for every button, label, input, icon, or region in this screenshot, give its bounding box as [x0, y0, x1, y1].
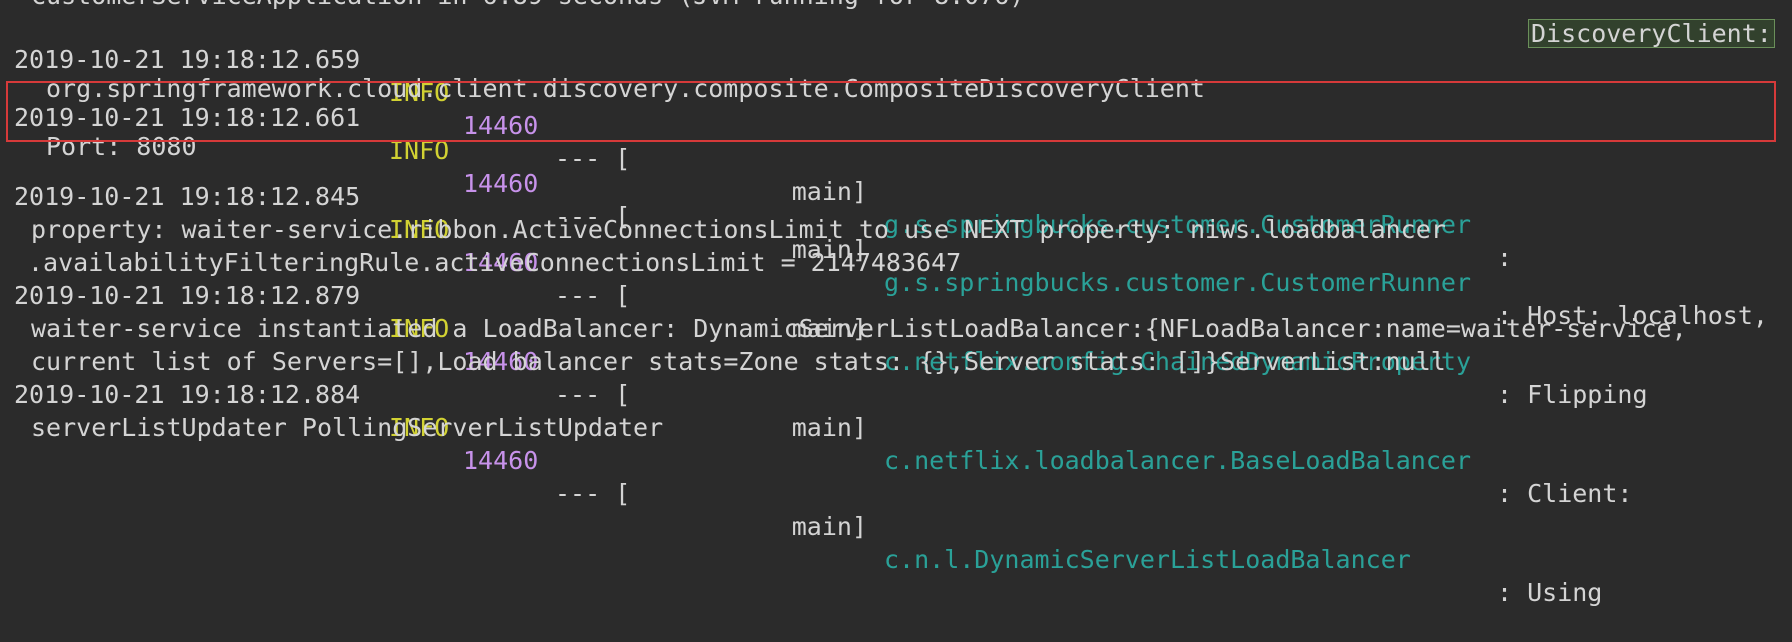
log-continuation: property: waiter-service.ribbon.ActiveCo… — [0, 180, 1446, 244]
log-separator: --- [ — [555, 281, 631, 310]
log-timestamp: 2019-10-21 19:18:12.884 — [14, 380, 361, 409]
log-logger: c.n.l.DynamicServerListLoadBalancer — [884, 545, 1411, 574]
log-line: 2019-10-21 19:18:12.884 INFO 14460 --- [… — [0, 345, 1792, 607]
log-message: : Using — [1497, 578, 1603, 607]
log-continuation: .availabilityFilteringRule.activeConnect… — [0, 213, 961, 277]
log-continuation: serverListUpdater PollingServerListUpdat… — [0, 378, 663, 442]
log-timestamp: 2019-10-21 19:18:12.879 — [14, 281, 361, 310]
log-message: : Client: — [1497, 479, 1633, 508]
log-timestamp: 2019-10-21 19:18:12.845 — [14, 182, 361, 211]
log-continuation: current list of Servers=[],Load balancer… — [0, 312, 1446, 376]
log-continuation: waiter-service instantiated a LoadBalanc… — [0, 279, 1687, 343]
log-line: 2019-10-21 19:18:12.879 INFO 14460 --- [… — [0, 246, 1792, 508]
log-pid: 14460 — [463, 446, 539, 475]
log-continuation-text: serverListUpdater PollingServerListUpdat… — [31, 413, 664, 442]
log-message: : Flipping — [1497, 380, 1648, 409]
log-thread: main] — [791, 512, 867, 541]
log-line: 2019-10-21 19:18:12.845 INFO 14460 --- [… — [0, 147, 1792, 409]
log-continuation-text: waiter-service instantiated a LoadBalanc… — [31, 314, 1687, 343]
log-separator: --- [ — [555, 380, 631, 409]
log-line: 2019-10-21 19:18:12.659 INFO 14460 --- [… — [0, 10, 1792, 272]
log-logger: c.netflix.loadbalancer.BaseLoadBalancer — [884, 446, 1471, 475]
log-separator: --- [ — [555, 479, 631, 508]
log-continuation-text: property: waiter-service.ribbon.ActiveCo… — [31, 215, 1446, 244]
console-output[interactable]: CustomerServiceApplication in 6.89 secon… — [0, 0, 1792, 607]
search-highlight: DiscoveryClient: — [1528, 19, 1775, 48]
selection-box — [6, 81, 1776, 142]
